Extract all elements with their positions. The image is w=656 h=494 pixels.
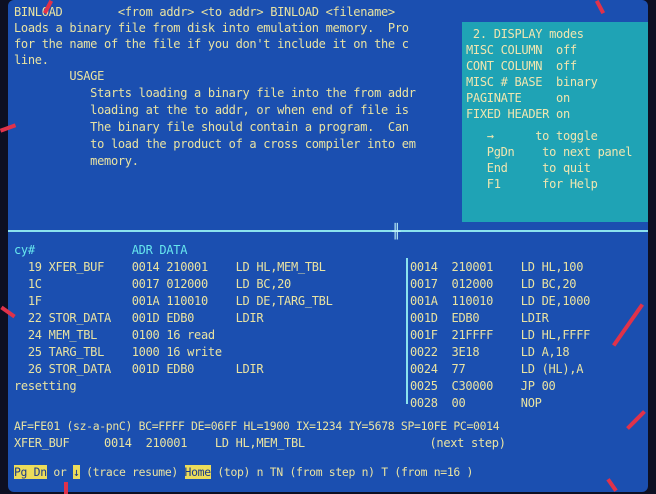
divider-handle-icon[interactable]: ╫ — [392, 224, 400, 240]
trace-row[interactable]: 1F 001A 110010 LD DE,TARG_TBL — [14, 293, 333, 310]
disasm-separator — [406, 258, 408, 404]
disasm-row[interactable]: 0028 00 NOP — [410, 395, 542, 412]
display-modes-panel: 2. DISPLAY modes MISC COLUMN off CONT CO… — [462, 22, 648, 222]
key-home[interactable]: Home — [184, 465, 211, 479]
trace-header: cy# ADR DATA — [14, 243, 188, 257]
disasm-row[interactable]: 001F 21FFFF LD HL,FFFF — [410, 327, 590, 344]
help-line: for the name of the file if you don't in… — [14, 37, 409, 51]
option-misc-column[interactable]: MISC COLUMN off — [466, 42, 577, 59]
trace-status-resetting: resetting — [14, 379, 77, 393]
trace-row[interactable]: 26 STOR_DATA 001D EDB0 LDIR — [14, 361, 264, 378]
key-hint-end: End to quit — [466, 161, 591, 175]
disasm-row[interactable]: 0014 210001 LD HL,100 — [410, 259, 583, 276]
option-misc-base[interactable]: MISC # BASE binary — [466, 74, 598, 91]
help-line: memory. — [14, 154, 139, 168]
terminal-screen: BINLOAD <from addr> <to addr> BINLOAD <f… — [8, 0, 648, 492]
help-usage-heading: USAGE — [14, 69, 105, 83]
help-line: The binary file should contain a program… — [14, 120, 409, 134]
help-line: Starts loading a binary file into the fr… — [14, 86, 416, 100]
disasm-row[interactable]: 001A 110010 LD DE,1000 — [410, 293, 590, 310]
callout-line-bottom-left — [64, 482, 68, 494]
help-line: line. — [14, 53, 49, 67]
help-line: Loads a binary file from disk into emula… — [14, 21, 409, 35]
key-help-bar: Pg Dn or ↓ (trace resume) Home (top) n T… — [14, 465, 474, 479]
current-instruction-line: XFER_BUF 0014 210001 LD HL,MEM_TBL (next… — [14, 436, 506, 450]
option-cont-column[interactable]: CONT COLUMN off — [466, 58, 577, 75]
disasm-row[interactable]: 0025 C30000 JP 00 — [410, 378, 556, 395]
trace-row[interactable]: 19 XFER_BUF 0014 210001 LD HL,MEM_TBL — [14, 259, 326, 276]
register-line: AF=FE01 (sz-a-pnC) BC=FFFF DE=06FF HL=19… — [14, 419, 500, 433]
option-fixed-header[interactable]: FIXED HEADER on — [466, 106, 570, 123]
key-hint-pgdn: PgDn to next panel — [466, 145, 633, 159]
key-hint-f1: F1 for Help — [466, 177, 598, 191]
trace-row[interactable]: 24 MEM_TBL 0100 16 read — [14, 327, 215, 344]
disasm-row[interactable]: 001D EDB0 LDIR — [410, 310, 549, 327]
help-line: to load the product of a cross compiler … — [14, 137, 416, 151]
disasm-row[interactable]: 0017 012000 LD BC,20 — [410, 276, 577, 293]
key-pgdn[interactable]: Pg Dn — [14, 465, 47, 479]
help-line: loading at the to addr, or when end of f… — [14, 103, 409, 117]
option-paginate[interactable]: PAGINATE on — [466, 90, 570, 107]
panel-title: 2. DISPLAY modes — [466, 27, 584, 41]
trace-row[interactable]: 22 STOR_DATA 001D EDB0 LDIR — [14, 310, 264, 327]
trace-row[interactable]: 1C 0017 012000 LD BC,20 — [14, 276, 291, 293]
trace-row[interactable]: 25 TARG_TBL 1000 16 write — [14, 344, 222, 361]
pane-divider — [8, 230, 648, 232]
key-hint-toggle: → to toggle — [466, 129, 598, 143]
help-line-title: BINLOAD <from addr> <to addr> BINLOAD <f… — [14, 5, 395, 19]
disasm-row[interactable]: 0022 3E18 LD A,18 — [410, 344, 570, 361]
disasm-row[interactable]: 0024 77 LD (HL),A — [410, 361, 583, 378]
